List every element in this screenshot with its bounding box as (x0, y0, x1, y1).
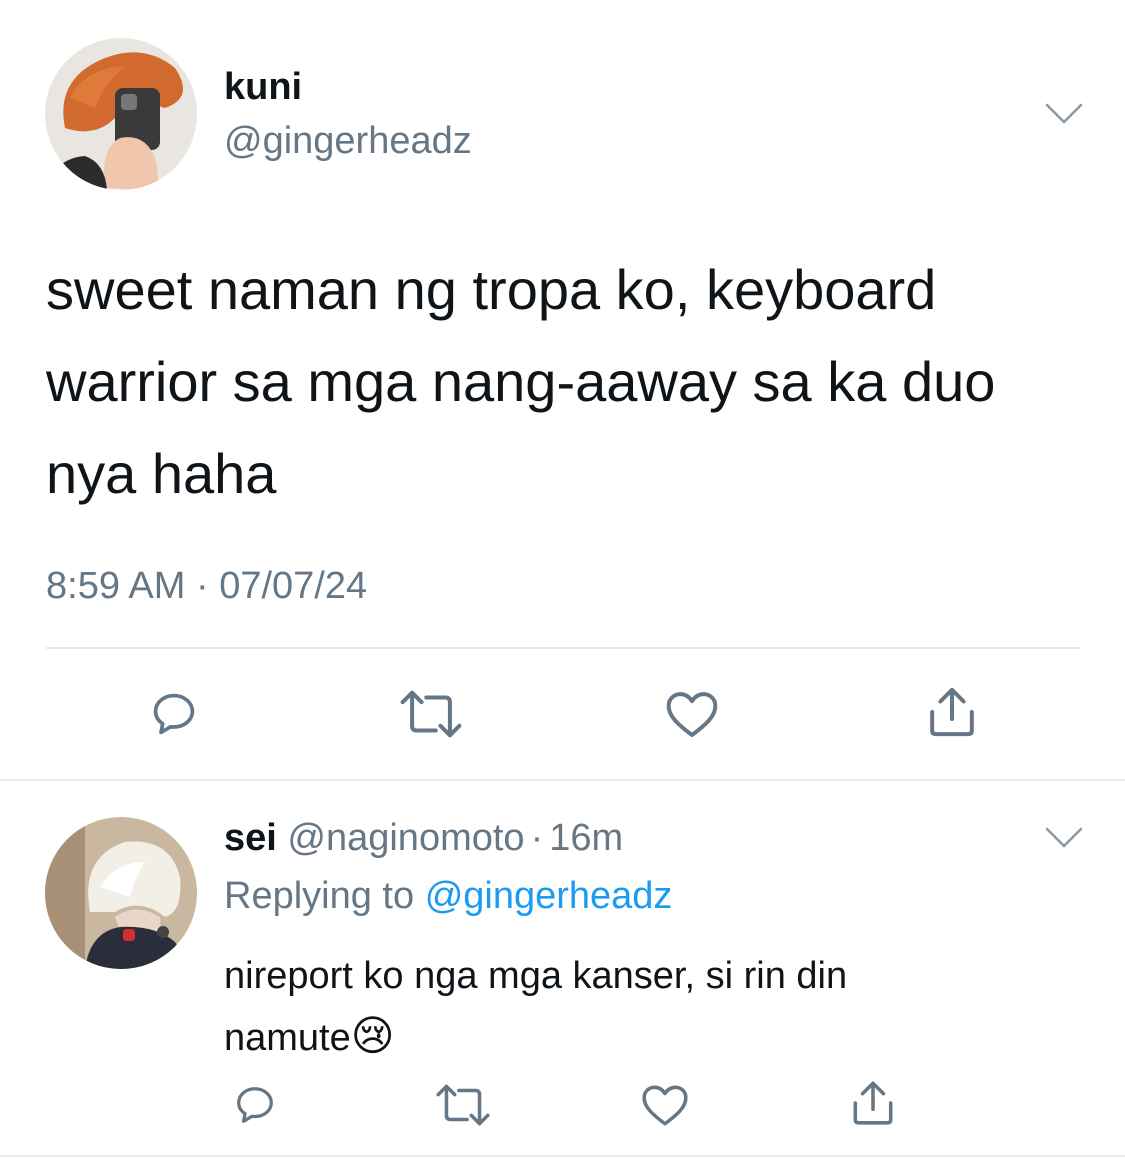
retweet-icon[interactable] (395, 688, 467, 740)
like-icon[interactable] (640, 1082, 690, 1128)
reply-author-handle[interactable]: @naginomoto (287, 817, 524, 859)
reply-avatar[interactable] (45, 817, 197, 969)
separator-dot: · (530, 817, 544, 859)
retweet-icon[interactable] (432, 1082, 494, 1128)
chevron-down-icon[interactable] (1045, 102, 1083, 126)
tweet-text-line: nya haha (46, 442, 277, 505)
reply-text-word: namute (224, 1017, 351, 1059)
divider (0, 1155, 1125, 1157)
author-handle[interactable]: @gingerheadz (224, 118, 472, 164)
tweet-text: sweet naman ng tropa ko, keyboard warrio… (46, 244, 995, 520)
reply-icon[interactable] (148, 688, 200, 740)
reply-age[interactable]: 16m (549, 817, 623, 859)
reply-text-line: nireport ko nga mga kanser, si rin din (224, 955, 848, 997)
reply-text: nireport ko nga mga kanser, si rin din n… (224, 946, 847, 1068)
divider (0, 779, 1125, 781)
chevron-down-icon[interactable] (1045, 826, 1083, 850)
replying-to: Replying to @gingerheadz (224, 873, 672, 919)
like-icon[interactable] (664, 688, 720, 740)
share-icon[interactable] (848, 1078, 898, 1128)
tweet-text-line: warrior sa mga nang-aaway sa ka duo (46, 350, 996, 413)
tweet-timestamp[interactable]: 8:59 AM · 07/07/24 (46, 563, 367, 609)
replying-prefix: Replying to (224, 875, 415, 917)
tweet-text-line: sweet naman ng tropa ko, keyboard (46, 258, 937, 321)
author-name[interactable]: kuni (224, 64, 302, 110)
crying-face-emoji: 😢 (350, 1012, 395, 1059)
avatar[interactable] (45, 38, 197, 190)
reply-header: sei @naginomoto · 16m (224, 815, 623, 861)
share-icon[interactable] (924, 684, 980, 740)
reply-icon[interactable] (232, 1082, 278, 1128)
divider (46, 647, 1080, 649)
reply-text-line: namute😢 (224, 1006, 847, 1068)
reply-author-name[interactable]: sei (224, 817, 277, 859)
replying-handle-link[interactable]: @gingerheadz (425, 875, 673, 917)
